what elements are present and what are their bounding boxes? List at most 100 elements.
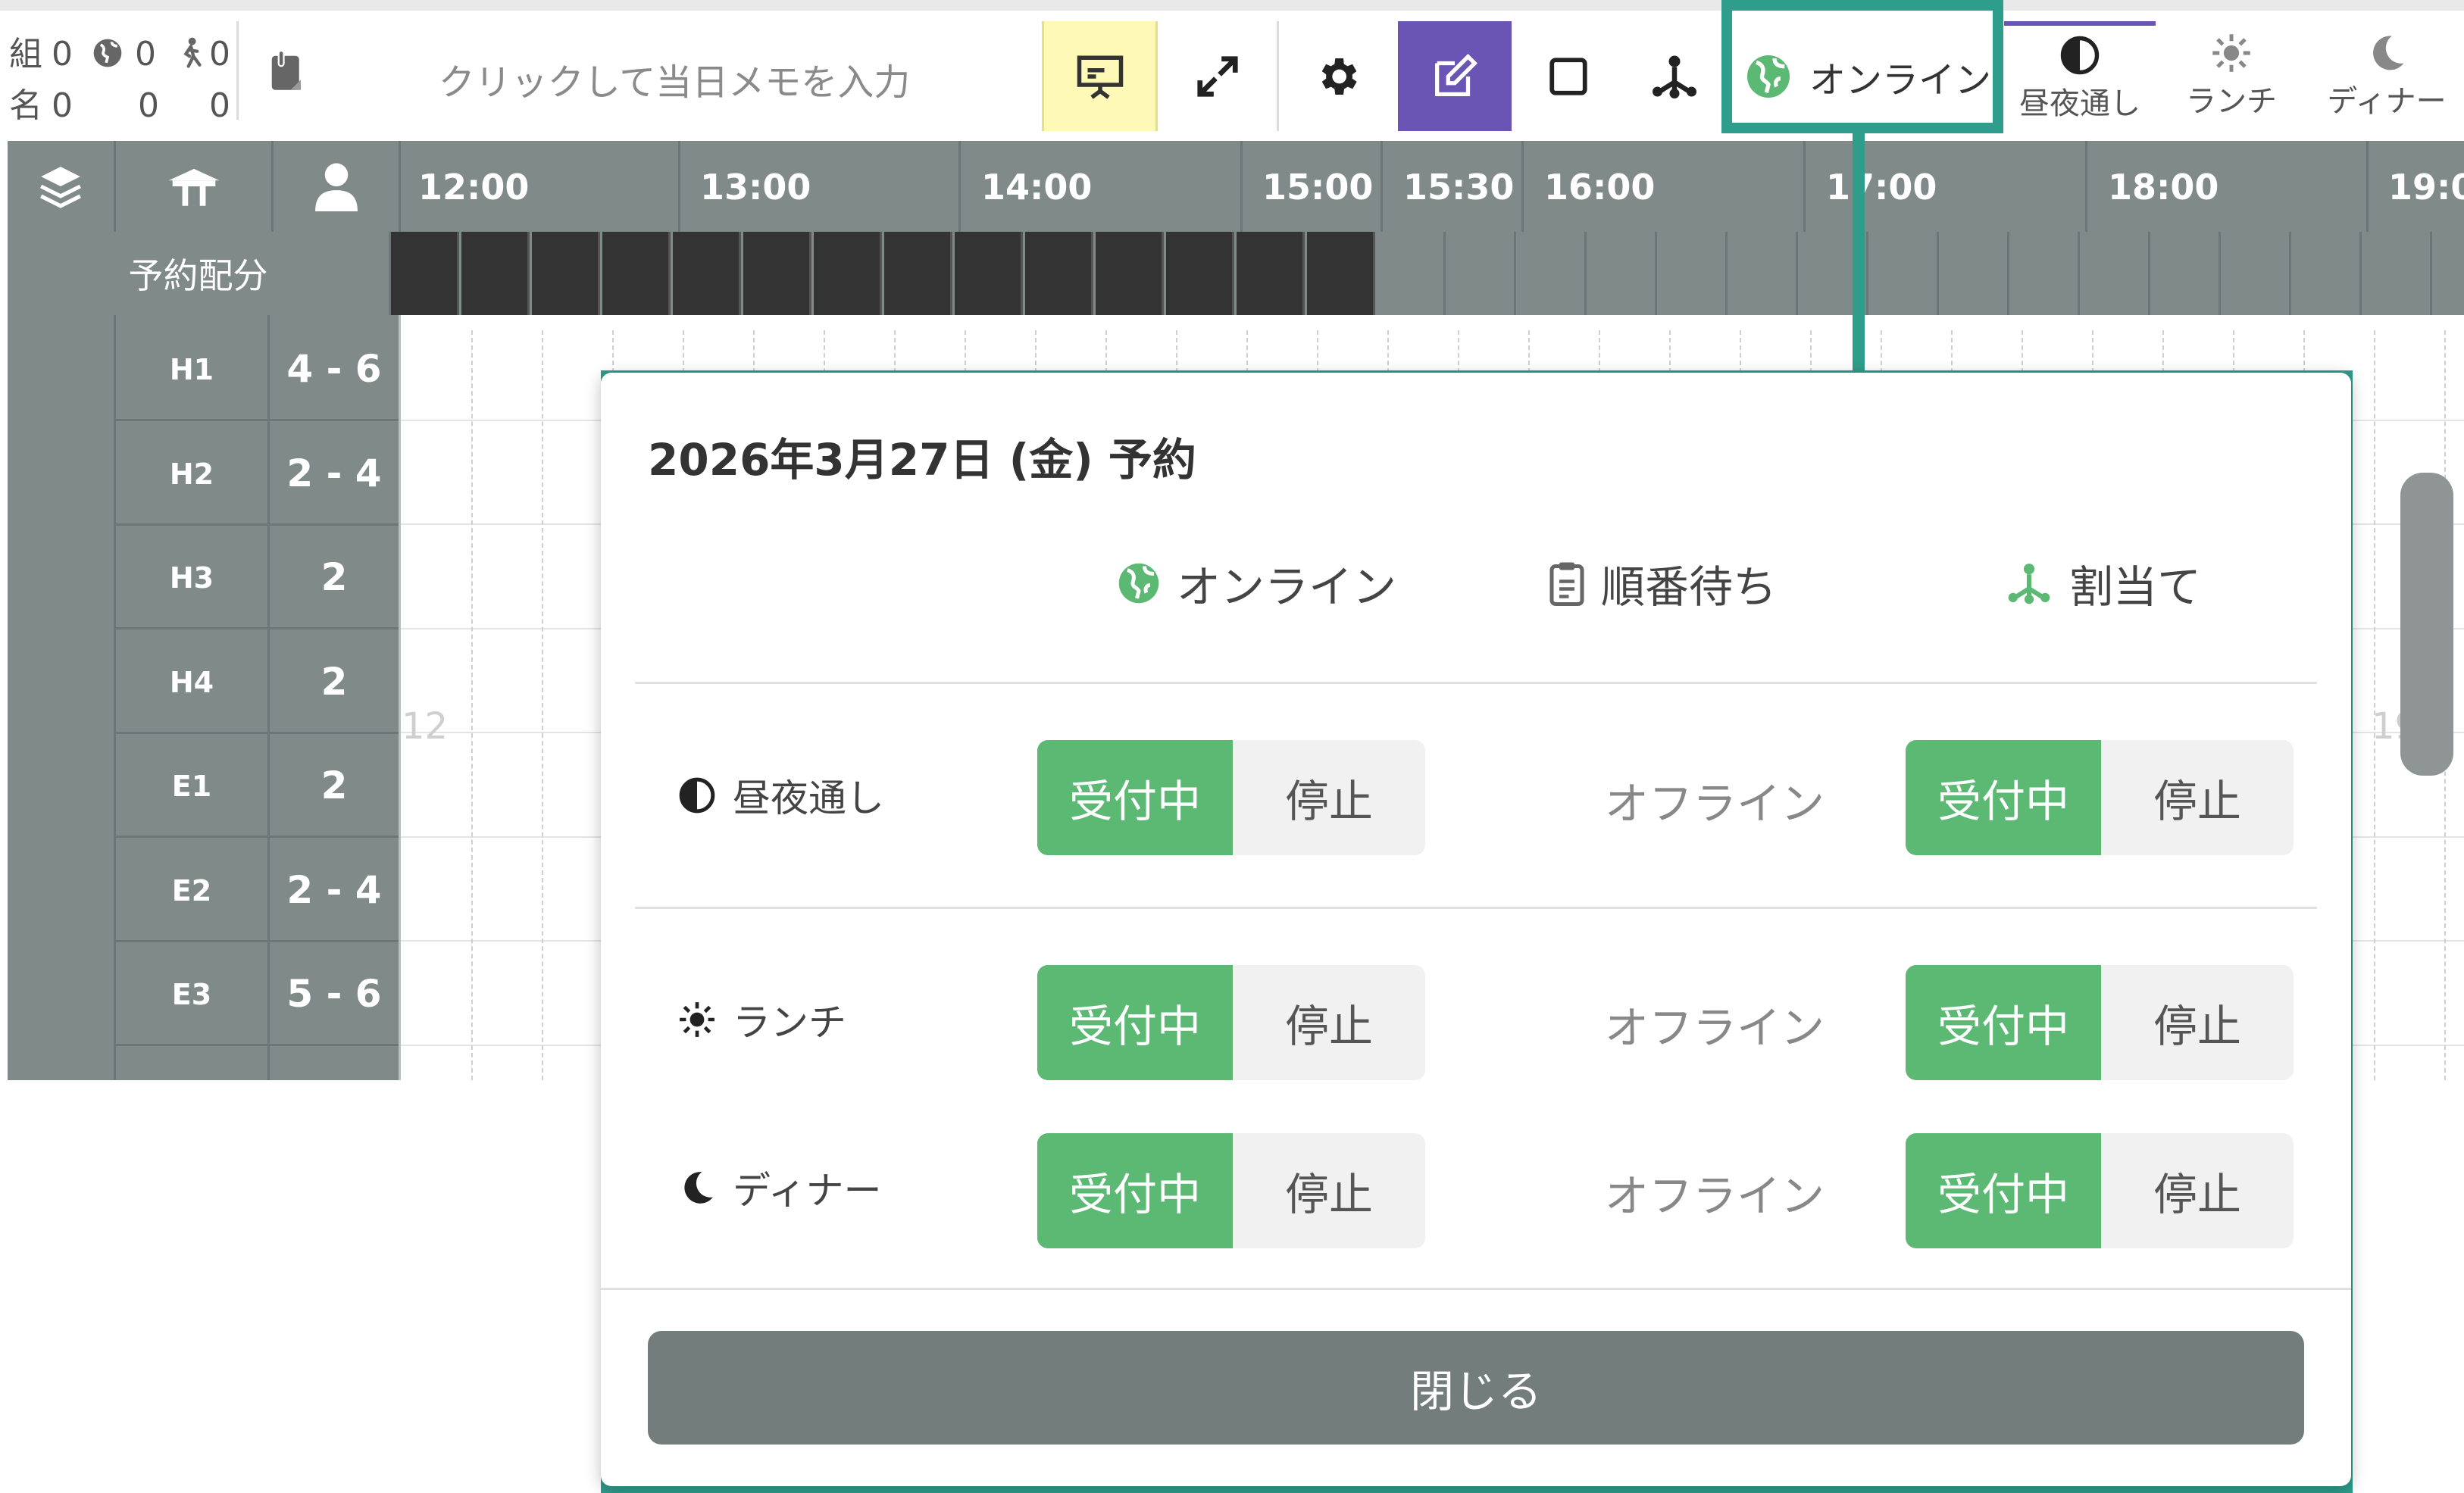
square-icon xyxy=(1549,57,1587,95)
time-divider xyxy=(958,141,961,232)
callout-connector xyxy=(1853,130,1865,376)
allocation-cells xyxy=(391,232,2464,315)
row-divider xyxy=(116,732,401,734)
allocation-cell[interactable] xyxy=(2153,232,2221,315)
divider xyxy=(236,21,239,120)
allocation-cell[interactable] xyxy=(743,232,811,315)
divider xyxy=(601,1288,2351,1290)
period-tab-dinner[interactable]: ディナー xyxy=(2315,21,2459,131)
waitlist-status: オフライン xyxy=(1604,1170,1825,1222)
time-header: 12:00 13:00 14:00 15:00 15:30 16:00 17:0… xyxy=(8,141,2464,232)
close-button[interactable]: 閉じる xyxy=(648,1331,2304,1445)
allocation-cell[interactable] xyxy=(1448,232,1516,315)
time-label: 17:00 xyxy=(1826,167,1937,208)
allocation-cell[interactable] xyxy=(1377,232,1446,315)
scrollbar-thumb[interactable] xyxy=(2400,473,2453,776)
row-divider xyxy=(116,419,401,421)
row-lunch: ランチ xyxy=(678,992,846,1047)
allocation-cell[interactable] xyxy=(1871,232,1939,315)
moon-icon xyxy=(684,1172,713,1204)
allocation-cell[interactable] xyxy=(673,232,741,315)
table-capacity: 2 xyxy=(321,555,348,599)
stop-button[interactable]: 停止 xyxy=(2101,1133,2294,1248)
table-capacity: 5 - 6 xyxy=(286,972,382,1016)
presentation-icon xyxy=(1077,55,1123,99)
memo-input[interactable]: クリックして当日メモを入力 xyxy=(333,41,1015,117)
settings-button[interactable] xyxy=(1280,21,1394,131)
period-tab-label: ディナー xyxy=(2327,83,2447,119)
stop-button[interactable]: 停止 xyxy=(2101,965,2294,1080)
row-label: ランチ xyxy=(733,1001,846,1045)
accepting-button[interactable]: 受付中 xyxy=(1037,965,1233,1080)
globe-icon xyxy=(91,36,124,70)
online-count: 0 xyxy=(135,35,156,73)
time-label: 19:00 xyxy=(2388,167,2464,208)
table-view-button[interactable] xyxy=(116,141,271,232)
allocation-cell[interactable] xyxy=(814,232,882,315)
allocation-cell[interactable] xyxy=(2082,232,2150,315)
row-divider xyxy=(116,1044,401,1046)
allocation-cell[interactable] xyxy=(391,232,459,315)
allocation-cell[interactable] xyxy=(1518,232,1587,315)
accepting-button[interactable]: 受付中 xyxy=(1906,1133,2101,1248)
dialog-title: 2026年3月27日 (金) 予約 xyxy=(648,434,1196,486)
allocation-cell[interactable] xyxy=(2012,232,2080,315)
accepting-button[interactable]: 受付中 xyxy=(1037,740,1233,855)
fullscreen-button[interactable] xyxy=(1159,21,1275,131)
moon-icon xyxy=(2373,35,2404,70)
time-divider xyxy=(1240,141,1243,232)
row-label: ディナー xyxy=(733,1169,882,1213)
assign-button[interactable] xyxy=(1625,21,1724,131)
allocation-cell[interactable] xyxy=(1659,232,1728,315)
period-tab-lunch[interactable]: ランチ xyxy=(2163,21,2300,131)
allocation-cell[interactable] xyxy=(1307,232,1375,315)
accepting-button[interactable]: 受付中 xyxy=(1037,1133,1233,1248)
guest-view-button[interactable] xyxy=(274,141,399,232)
stop-button[interactable]: 停止 xyxy=(1233,740,1425,855)
edit-icon xyxy=(1435,53,1477,96)
stop-button[interactable]: 停止 xyxy=(1233,1133,1425,1248)
period-tab-allday[interactable]: 昼夜通し xyxy=(2004,21,2156,131)
divider xyxy=(635,907,2317,909)
assign-toggle-dinner: 受付中 停止 xyxy=(1906,1133,2294,1248)
allocation-cell[interactable] xyxy=(1589,232,1657,315)
allocation-cell[interactable] xyxy=(2223,232,2291,315)
stop-button[interactable]: 停止 xyxy=(2101,740,2294,855)
allocation-cell[interactable] xyxy=(1730,232,1798,315)
column-label: 順番待ち xyxy=(1601,561,1778,613)
allocation-cell[interactable] xyxy=(2434,232,2464,315)
allocation-cell[interactable] xyxy=(2294,232,2362,315)
table-name: H3 xyxy=(169,561,214,595)
online-toggle-lunch: 受付中 停止 xyxy=(1037,965,1425,1080)
assign-icon xyxy=(2008,564,2050,604)
layout-toggle-button[interactable] xyxy=(1515,21,1621,131)
edit-button[interactable] xyxy=(1398,21,1512,131)
time-divider xyxy=(399,141,401,232)
allocation-cell[interactable] xyxy=(532,232,600,315)
stop-button[interactable]: 停止 xyxy=(1233,965,1425,1080)
allocation-cell[interactable] xyxy=(1025,232,1093,315)
table-name: H1 xyxy=(169,353,214,386)
time-label: 12:00 xyxy=(418,167,530,208)
allocation-cell[interactable] xyxy=(1237,232,1305,315)
allocation-cell[interactable] xyxy=(602,232,671,315)
allocation-cell[interactable] xyxy=(1096,232,1164,315)
row-divider xyxy=(116,836,401,838)
allocation-cell[interactable] xyxy=(461,232,530,315)
allocation-cell[interactable] xyxy=(1941,232,2009,315)
table-name: E1 xyxy=(171,770,212,803)
allocation-cell[interactable] xyxy=(1166,232,1234,315)
people-online-count: 0 xyxy=(138,86,159,125)
allocation-cell[interactable] xyxy=(955,232,1023,315)
allocation-cell[interactable] xyxy=(884,232,952,315)
grid-column-line xyxy=(542,330,543,1080)
table-name: E2 xyxy=(171,874,212,907)
accepting-button[interactable]: 受付中 xyxy=(1906,965,2101,1080)
accepting-button[interactable]: 受付中 xyxy=(1906,740,2101,855)
presentation-button[interactable] xyxy=(1042,21,1158,131)
divider xyxy=(635,682,2317,684)
layers-button[interactable] xyxy=(8,141,114,232)
memo-icon xyxy=(267,47,308,95)
faded-hour-label: 12 xyxy=(402,705,449,748)
allocation-cell[interactable] xyxy=(2364,232,2432,315)
